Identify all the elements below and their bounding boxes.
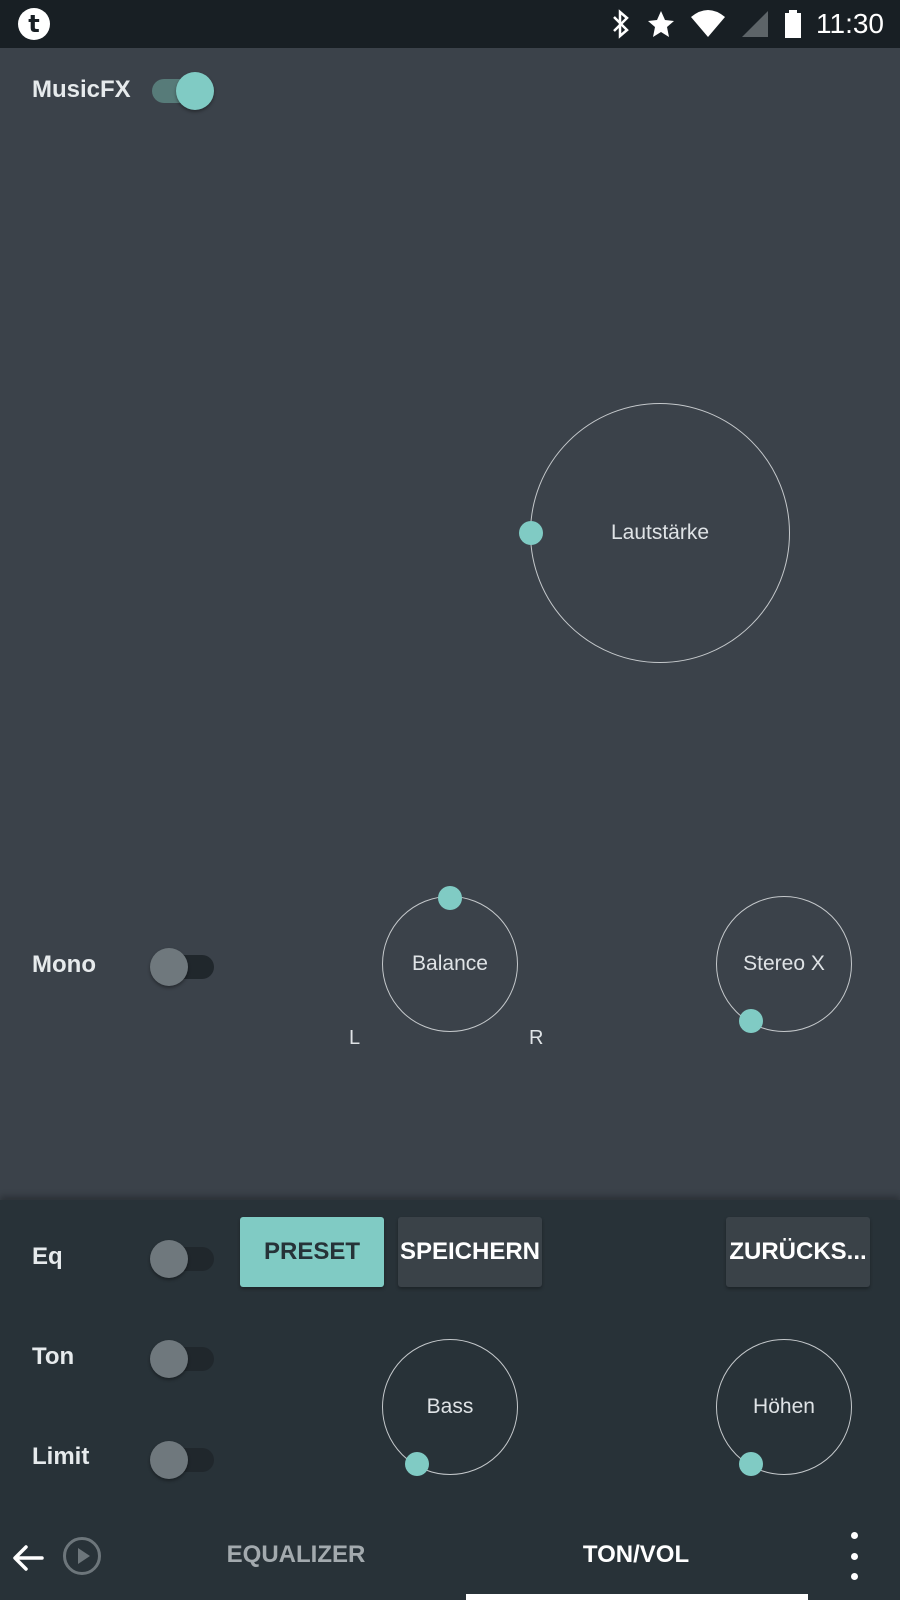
bass-knob-label: Bass — [426, 1395, 474, 1418]
back-arrow-icon[interactable] — [6, 1536, 50, 1580]
tab-ton-vol[interactable]: TON/VOL — [536, 1520, 736, 1590]
bottom-navigation — [0, 1520, 900, 1600]
switch-thumb — [176, 72, 214, 110]
balance-knob-label: Balance — [412, 952, 488, 975]
balance-right-label: R — [529, 1027, 544, 1049]
treble-knob[interactable]: Höhen — [716, 1339, 852, 1475]
overflow-menu-icon[interactable] — [842, 1532, 866, 1580]
volume-knob-label: Lautstärke — [610, 521, 710, 544]
bluetooth-icon — [613, 9, 629, 39]
treble-knob-handle[interactable] — [739, 1452, 763, 1476]
musicfx-label: MusicFX — [32, 76, 131, 103]
menu-dot — [850, 1532, 858, 1539]
balance-knob[interactable]: Balance — [382, 896, 518, 1032]
status-icons: 11:30 — [610, 0, 884, 48]
signal-icon — [742, 11, 768, 37]
switch-thumb — [150, 948, 188, 986]
ton-switch[interactable] — [150, 1336, 216, 1378]
bass-knob[interactable]: Bass — [382, 1339, 518, 1475]
switch-thumb — [150, 1340, 188, 1378]
status-bar: t 11:30 — [0, 0, 900, 48]
menu-dot — [850, 1573, 858, 1580]
ton-label: Ton — [32, 1343, 75, 1370]
musicfx-switch[interactable] — [148, 68, 214, 110]
battery-icon — [785, 10, 801, 38]
limit-switch[interactable] — [150, 1437, 216, 1479]
reset-button[interactable]: ZURÜCKS... — [726, 1217, 870, 1287]
stereo-x-knob-handle[interactable] — [739, 1009, 763, 1033]
mono-switch[interactable] — [150, 944, 216, 986]
mono-label: Mono — [32, 951, 96, 978]
play-icon[interactable] — [62, 1536, 102, 1576]
app-notification-icon: t — [18, 8, 50, 40]
limit-label: Limit — [32, 1443, 90, 1470]
menu-dot — [850, 1552, 858, 1560]
tab-equalizer[interactable]: EQUALIZER — [196, 1520, 396, 1590]
wifi-icon — [691, 10, 725, 37]
active-tab-indicator — [466, 1594, 808, 1600]
preset-button[interactable]: PRESET — [240, 1217, 384, 1287]
eq-switch[interactable] — [150, 1236, 216, 1278]
eq-label: Eq — [32, 1243, 63, 1270]
save-button[interactable]: SPEICHERN — [398, 1217, 542, 1287]
stereo-x-knob[interactable]: Stereo X — [716, 896, 852, 1032]
volume-knob[interactable]: Lautstärke — [530, 403, 790, 663]
balance-knob-handle[interactable] — [438, 886, 462, 910]
switch-thumb — [150, 1441, 188, 1479]
volume-knob-handle[interactable] — [519, 521, 543, 545]
treble-knob-label: Höhen — [753, 1395, 815, 1418]
bass-knob-handle[interactable] — [405, 1452, 429, 1476]
stereo-x-knob-label: Stereo X — [743, 952, 825, 975]
status-time: 11:30 — [816, 8, 884, 39]
star-icon — [648, 11, 674, 37]
switch-thumb — [150, 1240, 188, 1278]
balance-left-label: L — [349, 1027, 361, 1049]
